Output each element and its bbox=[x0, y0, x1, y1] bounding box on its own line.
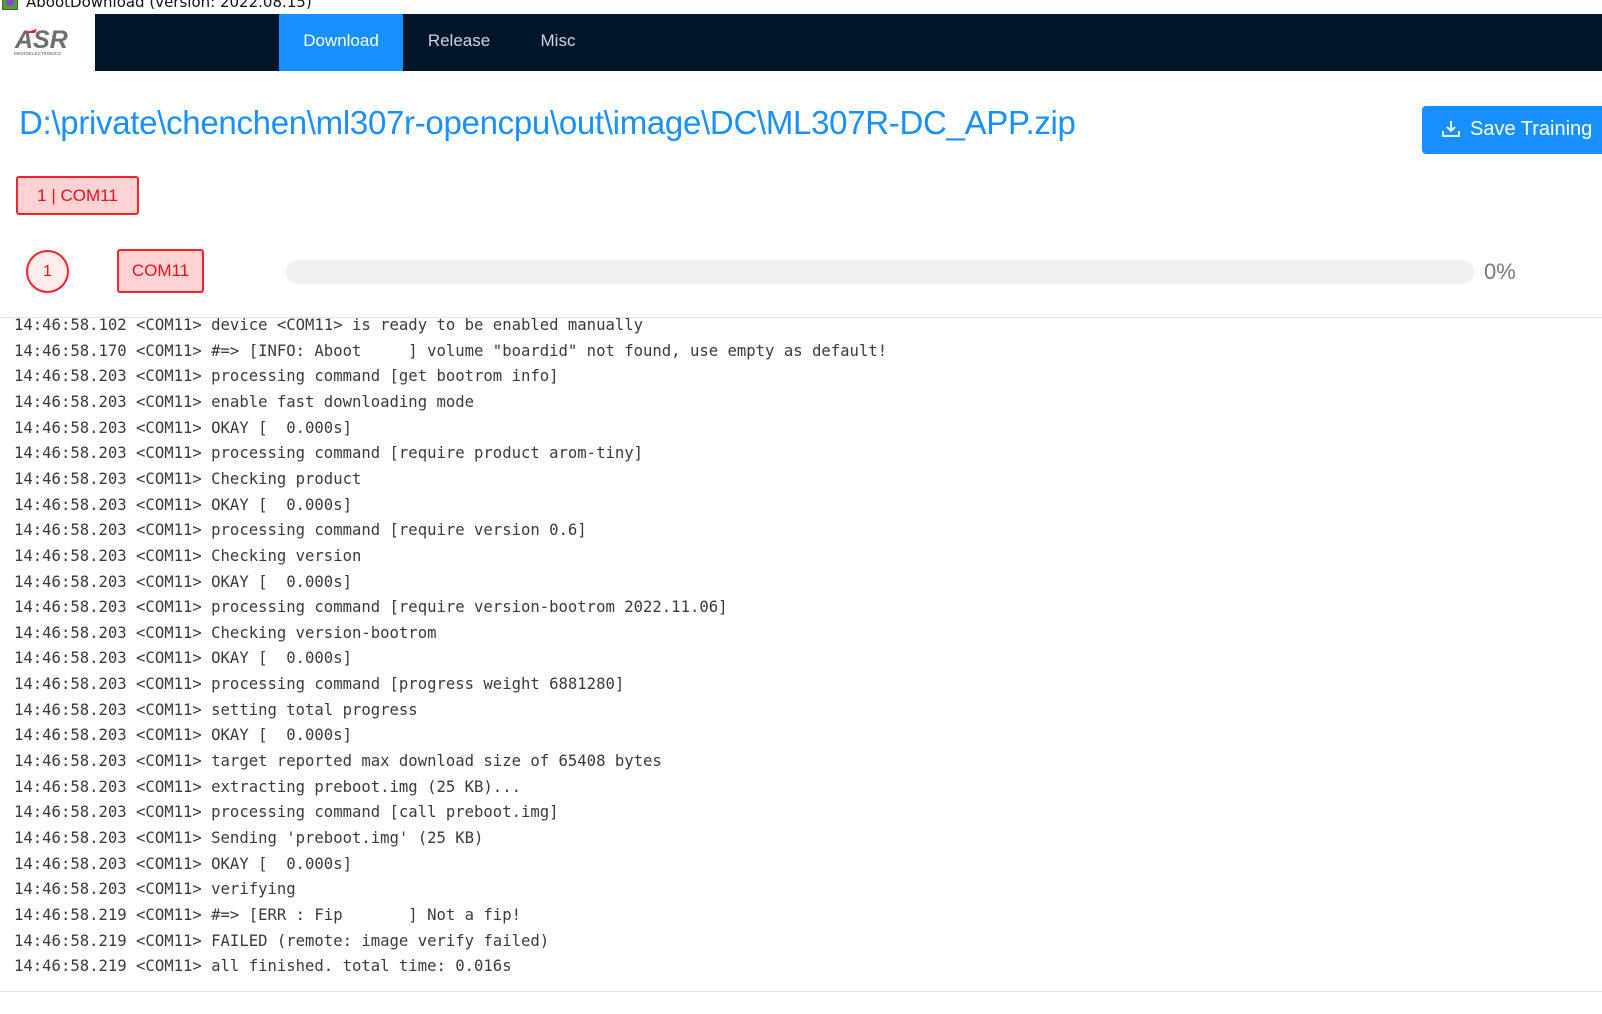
log-line: 14:46:58.203 <COM11> Checking version bbox=[14, 546, 362, 565]
log-line: 14:46:58.203 <COM11> Sending 'preboot.im… bbox=[14, 829, 484, 847]
log-line: 14:46:58.203 <COM11> Checking product bbox=[14, 469, 362, 488]
top-nav: Download Release Misc bbox=[95, 14, 1602, 71]
log-line: 14:46:58.203 <COM11> processing command … bbox=[14, 803, 559, 822]
log-line: 14:46:58.203 <COM11> processing command … bbox=[14, 367, 559, 386]
asr-logo: ASR MICROELECTRONICS bbox=[0, 14, 95, 71]
divider bbox=[0, 991, 1602, 992]
nav-download[interactable]: Download bbox=[279, 14, 403, 71]
log-line: 14:46:58.219 <COM11> all finished. total… bbox=[14, 957, 512, 976]
image-path-title[interactable]: D:\private\chenchen\ml307r-opencpu\out\i… bbox=[19, 104, 1076, 142]
log-line: 14:46:58.203 <COM11> OKAY [ 0.000s] bbox=[14, 726, 352, 745]
log-line: 14:46:58.203 <COM11> OKAY [ 0.000s] bbox=[14, 649, 352, 668]
log-line: 14:46:58.203 <COM11> OKAY [ 0.000s] bbox=[14, 418, 352, 437]
log-line: 14:46:58.203 <COM11> processing command … bbox=[14, 444, 644, 463]
save-training-button[interactable]: Save Training bbox=[1422, 106, 1602, 154]
log-line: 14:46:58.203 <COM11> enable fast downloa… bbox=[14, 392, 475, 411]
log-line: 14:46:58.203 <COM11> OKAY [ 0.000s] bbox=[14, 572, 352, 591]
logo-subtext: MICROELECTRONICS bbox=[14, 51, 61, 56]
log-line: 14:46:58.203 <COM11> processing command … bbox=[14, 521, 587, 540]
log-line: 14:46:58.170 <COM11> #=> [INFO: Aboot ] … bbox=[14, 341, 888, 360]
port-tag: COM11 bbox=[117, 249, 204, 293]
log-line: 14:46:58.203 <COM11> setting total progr… bbox=[14, 700, 418, 719]
log-line: 14:46:58.203 <COM11> extracting preboot.… bbox=[14, 777, 521, 796]
window-title: AbootDownload (version: 2022.08.15) bbox=[26, 0, 312, 11]
log-console[interactable]: 14:46:58.102 <COM11> device <COM11> is r… bbox=[0, 318, 1602, 991]
log-line: 14:46:58.203 <COM11> processing command … bbox=[14, 598, 728, 617]
nav-misc[interactable]: Misc bbox=[515, 14, 601, 71]
device-tag[interactable]: 1 | COM11 bbox=[16, 176, 139, 215]
log-line: 14:46:58.219 <COM11> FAILED (remote: ima… bbox=[14, 931, 550, 950]
app-icon bbox=[2, 0, 18, 10]
log-line: 14:46:58.203 <COM11> OKAY [ 0.000s] bbox=[14, 854, 352, 873]
log-line: 14:46:58.203 <COM11> verifying bbox=[14, 880, 296, 899]
log-line: 14:46:58.102 <COM11> device <COM11> is r… bbox=[14, 318, 644, 334]
log-line: 14:46:58.219 <COM11> #=> [ERR : Fip ] No… bbox=[14, 905, 521, 924]
progress-bar bbox=[286, 260, 1474, 284]
save-training-label: Save Training bbox=[1470, 118, 1593, 140]
progress-percent: 0% bbox=[1484, 259, 1516, 284]
log-line: 14:46:58.203 <COM11> target reported max… bbox=[14, 752, 662, 771]
log-line: 14:46:58.203 <COM11> Checking version-bo… bbox=[14, 623, 437, 642]
log-line: 14:46:58.203 <COM11> OKAY [ 0.000s] bbox=[14, 495, 352, 514]
slot-number-badge: 1 bbox=[26, 250, 69, 293]
nav-release[interactable]: Release bbox=[403, 14, 515, 71]
log-line: 14:46:58.203 <COM11> processing command … bbox=[14, 675, 625, 694]
logo-icon: ASR MICROELECTRONICS bbox=[14, 26, 68, 56]
title-bar: AbootDownload (version: 2022.08.15) bbox=[0, 0, 1602, 15]
download-icon bbox=[1442, 121, 1460, 137]
logo-text: ASR bbox=[14, 26, 68, 54]
